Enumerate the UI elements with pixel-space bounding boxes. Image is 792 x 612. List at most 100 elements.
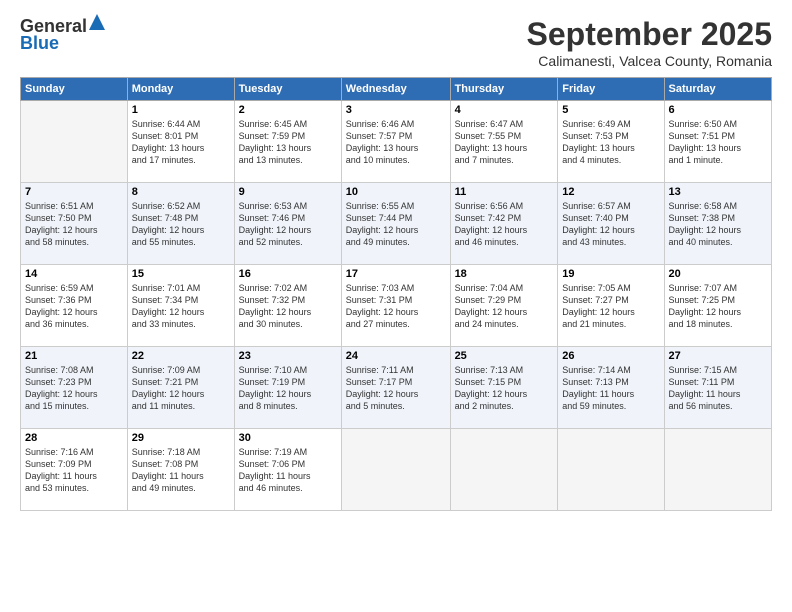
day-info: Sunrise: 6:56 AMSunset: 7:42 PMDaylight:… — [455, 200, 554, 249]
day-number: 15 — [132, 268, 230, 280]
day-info: Sunrise: 6:50 AMSunset: 7:51 PMDaylight:… — [669, 118, 767, 167]
day-cell: 4Sunrise: 6:47 AMSunset: 7:55 PMDaylight… — [450, 101, 558, 183]
title-block: September 2025 Calimanesti, Valcea Count… — [527, 16, 772, 69]
day-number: 1 — [132, 104, 230, 116]
day-cell: 25 Sunrise: 7:13 AMSunset: 7:15 PMDayligh… — [450, 347, 558, 429]
day-cell: 17Sunrise: 7:03 AMSunset: 7:31 PMDayligh… — [341, 265, 450, 347]
day-cell: 8Sunrise: 6:52 AMSunset: 7:48 PMDaylight… — [127, 183, 234, 265]
col-header-monday: Monday — [127, 78, 234, 101]
day-cell: 20 Sunrise: 7:07 AMSunset: 7:25 PMDayligh… — [664, 265, 771, 347]
day-number: 26 — [562, 350, 659, 362]
day-cell: 16 Sunrise: 7:02 AMSunset: 7:32 PMDayligh… — [234, 265, 341, 347]
day-number: 12 — [562, 186, 659, 198]
day-info: Sunrise: 7:13 AMSunset: 7:15 PMDaylight:… — [455, 364, 554, 413]
day-info: Sunrise: 7:16 AMSunset: 7:09 PMDaylight:… — [25, 446, 123, 495]
day-number: 20 — [669, 268, 767, 280]
day-number: 8 — [132, 186, 230, 198]
day-info: Sunrise: 7:15 AMSunset: 7:11 PMDaylight:… — [669, 364, 767, 413]
day-cell: 7Sunrise: 6:51 AMSunset: 7:50 PMDaylight… — [21, 183, 128, 265]
day-number: 30 — [239, 432, 337, 444]
header-row: SundayMondayTuesdayWednesdayThursdayFrid… — [21, 78, 772, 101]
day-number: 14 — [25, 268, 123, 280]
week-row-3: 14 Sunrise: 6:59 AMSunset: 7:36 PMDayligh… — [21, 265, 772, 347]
day-number: 22 — [132, 350, 230, 362]
day-info: Sunrise: 7:05 AMSunset: 7:27 PMDaylight:… — [562, 282, 659, 331]
day-number: 18 — [455, 268, 554, 280]
day-cell: 14 Sunrise: 6:59 AMSunset: 7:36 PMDayligh… — [21, 265, 128, 347]
day-cell: 24 Sunrise: 7:11 AMSunset: 7:17 PMDayligh… — [341, 347, 450, 429]
day-number: 29 — [132, 432, 230, 444]
day-number: 6 — [669, 104, 767, 116]
day-number: 11 — [455, 186, 554, 198]
day-info: Sunrise: 7:09 AMSunset: 7:21 PMDaylight:… — [132, 364, 230, 413]
day-cell: 9 Sunrise: 6:53 AMSunset: 7:46 PMDaylight… — [234, 183, 341, 265]
day-info: Sunrise: 6:46 AMSunset: 7:57 PMDaylight:… — [346, 118, 446, 167]
logo-blue: Blue — [20, 33, 59, 54]
day-info: Sunrise: 7:04 AMSunset: 7:29 PMDaylight:… — [455, 282, 554, 331]
day-number: 3 — [346, 104, 446, 116]
day-info: Sunrise: 6:45 AMSunset: 7:59 PMDaylight:… — [239, 118, 337, 167]
day-cell: 6 Sunrise: 6:50 AMSunset: 7:51 PMDaylight… — [664, 101, 771, 183]
day-number: 19 — [562, 268, 659, 280]
day-info: Sunrise: 7:10 AMSunset: 7:19 PMDaylight:… — [239, 364, 337, 413]
day-cell: 23 Sunrise: 7:10 AMSunset: 7:19 PMDayligh… — [234, 347, 341, 429]
day-number: 4 — [455, 104, 554, 116]
day-cell: 26 Sunrise: 7:14 AMSunset: 7:13 PMDayligh… — [558, 347, 664, 429]
day-cell: 13Sunrise: 6:58 AMSunset: 7:38 PMDayligh… — [664, 183, 771, 265]
day-cell: 19 Sunrise: 7:05 AMSunset: 7:27 PMDayligh… — [558, 265, 664, 347]
header: General Blue September 2025 Calimanesti,… — [20, 16, 772, 69]
day-cell: 27 Sunrise: 7:15 AMSunset: 7:11 PMDayligh… — [664, 347, 771, 429]
day-cell: 3 Sunrise: 6:46 AMSunset: 7:57 PMDaylight… — [341, 101, 450, 183]
day-cell — [450, 429, 558, 511]
day-cell: 30 Sunrise: 7:19 AMSunset: 7:06 PMDayligh… — [234, 429, 341, 511]
day-cell: 15 Sunrise: 7:01 AMSunset: 7:34 PMDayligh… — [127, 265, 234, 347]
day-info: Sunrise: 6:59 AMSunset: 7:36 PMDaylight:… — [25, 282, 123, 331]
day-info: Sunrise: 7:11 AMSunset: 7:17 PMDaylight:… — [346, 364, 446, 413]
day-number: 24 — [346, 350, 446, 362]
day-cell: 10Sunrise: 6:55 AMSunset: 7:44 PMDayligh… — [341, 183, 450, 265]
day-cell — [664, 429, 771, 511]
day-info: Sunrise: 7:02 AMSunset: 7:32 PMDaylight:… — [239, 282, 337, 331]
day-cell: 12 Sunrise: 6:57 AMSunset: 7:40 PMDayligh… — [558, 183, 664, 265]
day-info: Sunrise: 6:49 AMSunset: 7:53 PMDaylight:… — [562, 118, 659, 167]
day-number: 21 — [25, 350, 123, 362]
calendar-table: SundayMondayTuesdayWednesdayThursdayFrid… — [20, 77, 772, 511]
day-cell: 21 Sunrise: 7:08 AMSunset: 7:23 PMDayligh… — [21, 347, 128, 429]
day-cell: 29 Sunrise: 7:18 AMSunset: 7:08 PMDayligh… — [127, 429, 234, 511]
day-info: Sunrise: 6:58 AMSunset: 7:38 PMDaylight:… — [669, 200, 767, 249]
day-cell — [558, 429, 664, 511]
day-number: 23 — [239, 350, 337, 362]
day-info: Sunrise: 7:01 AMSunset: 7:34 PMDaylight:… — [132, 282, 230, 331]
day-cell: 18 Sunrise: 7:04 AMSunset: 7:29 PMDayligh… — [450, 265, 558, 347]
day-number: 10 — [346, 186, 446, 198]
week-row-1: 1 Sunrise: 6:44 AMSunset: 8:01 PMDaylight… — [21, 101, 772, 183]
day-info: Sunrise: 7:14 AMSunset: 7:13 PMDaylight:… — [562, 364, 659, 413]
day-number: 9 — [239, 186, 337, 198]
day-number: 7 — [25, 186, 123, 198]
day-info: Sunrise: 7:08 AMSunset: 7:23 PMDaylight:… — [25, 364, 123, 413]
logo: General Blue — [20, 16, 105, 54]
col-header-saturday: Saturday — [664, 78, 771, 101]
day-cell — [341, 429, 450, 511]
day-info: Sunrise: 7:18 AMSunset: 7:08 PMDaylight:… — [132, 446, 230, 495]
day-info: Sunrise: 7:03 AMSunset: 7:31 PMDaylight:… — [346, 282, 446, 331]
day-info: Sunrise: 7:19 AMSunset: 7:06 PMDaylight:… — [239, 446, 337, 495]
day-cell: 22 Sunrise: 7:09 AMSunset: 7:21 PMDayligh… — [127, 347, 234, 429]
week-row-4: 21 Sunrise: 7:08 AMSunset: 7:23 PMDayligh… — [21, 347, 772, 429]
day-info: Sunrise: 6:57 AMSunset: 7:40 PMDaylight:… — [562, 200, 659, 249]
day-info: Sunrise: 7:07 AMSunset: 7:25 PMDaylight:… — [669, 282, 767, 331]
col-header-wednesday: Wednesday — [341, 78, 450, 101]
col-header-friday: Friday — [558, 78, 664, 101]
location-title: Calimanesti, Valcea County, Romania — [527, 53, 772, 69]
day-number: 27 — [669, 350, 767, 362]
day-cell: 1 Sunrise: 6:44 AMSunset: 8:01 PMDaylight… — [127, 101, 234, 183]
day-number: 16 — [239, 268, 337, 280]
col-header-sunday: Sunday — [21, 78, 128, 101]
day-cell: 5Sunrise: 6:49 AMSunset: 7:53 PMDaylight… — [558, 101, 664, 183]
day-number: 28 — [25, 432, 123, 444]
day-number: 25 — [455, 350, 554, 362]
day-info: Sunrise: 6:44 AMSunset: 8:01 PMDaylight:… — [132, 118, 230, 167]
day-cell: 2Sunrise: 6:45 AMSunset: 7:59 PMDaylight… — [234, 101, 341, 183]
month-title: September 2025 — [527, 16, 772, 53]
day-info: Sunrise: 6:53 AMSunset: 7:46 PMDaylight:… — [239, 200, 337, 249]
